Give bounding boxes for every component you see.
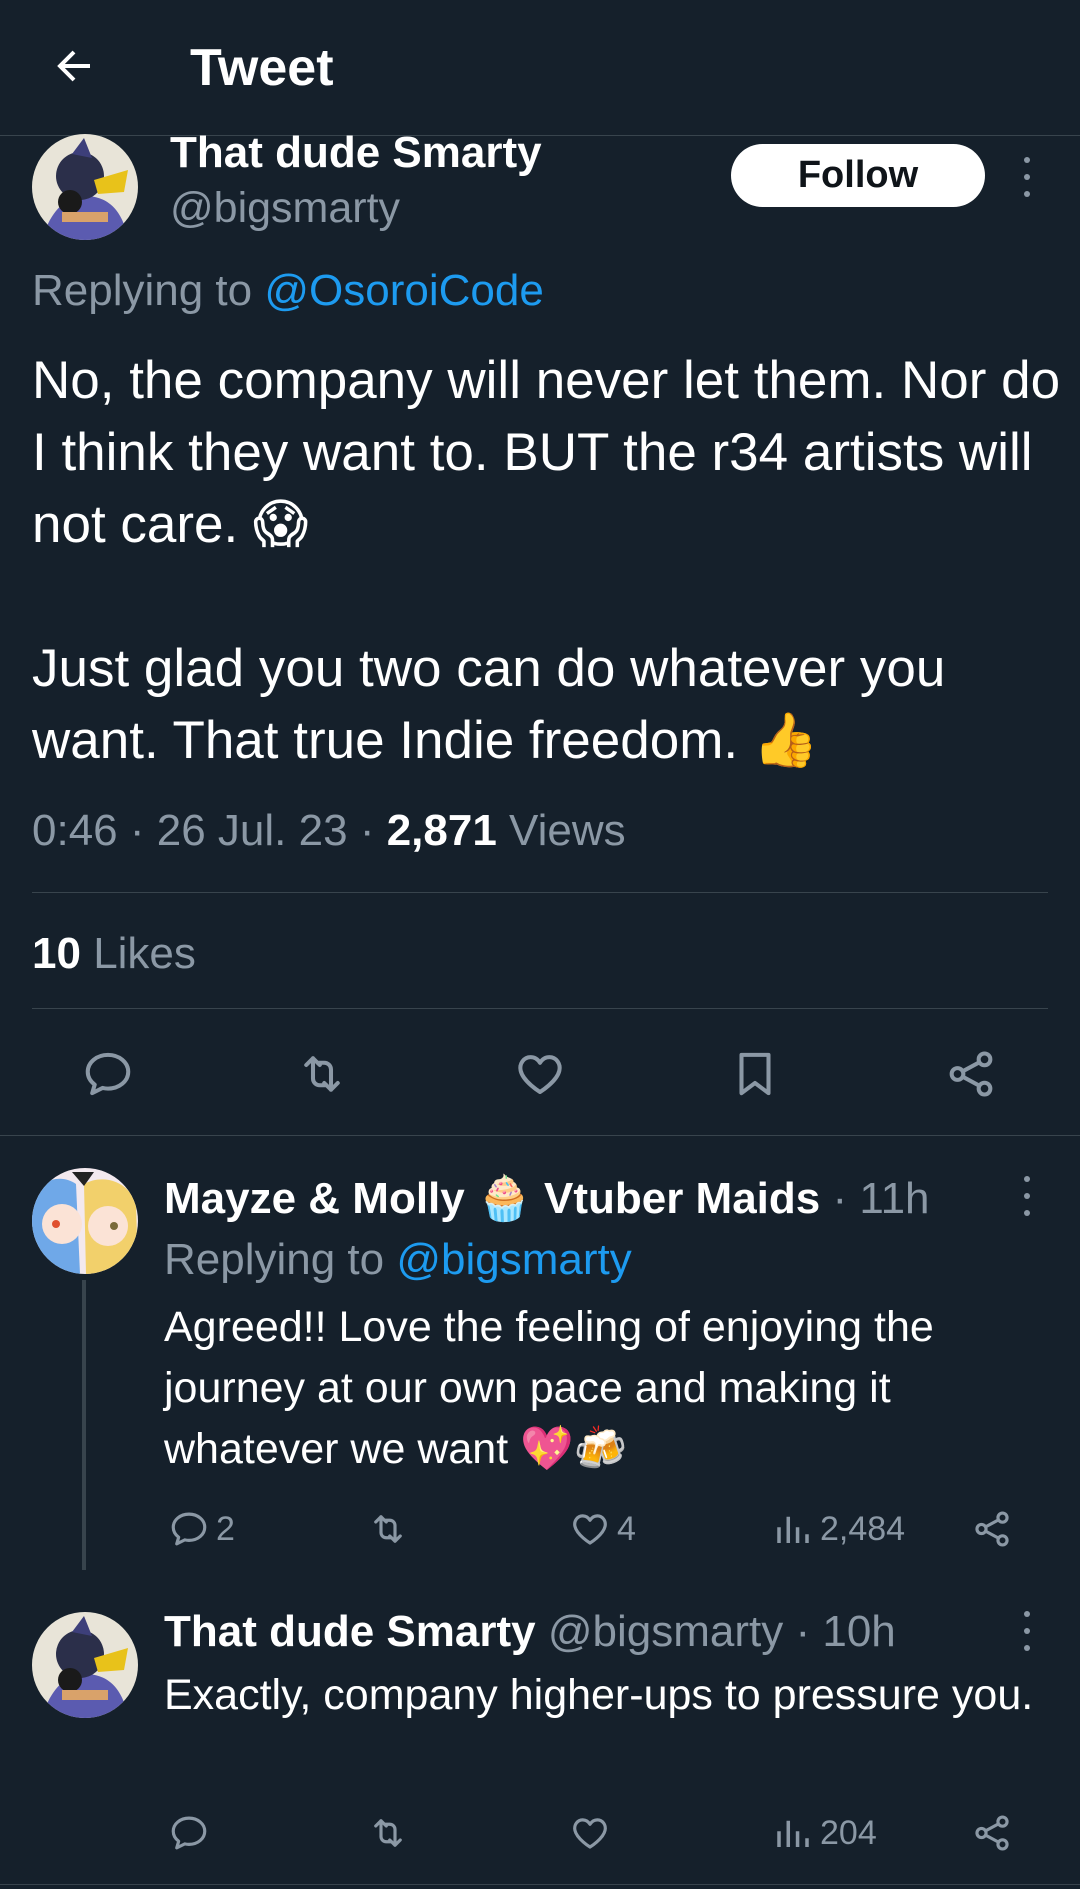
more-icon[interactable] (1012, 1611, 1042, 1651)
like-action[interactable]: 4 (569, 1508, 636, 1550)
divider (32, 892, 1048, 893)
replying-to: Replying to @bigsmarty (164, 1235, 632, 1285)
view-count: 204 (820, 1813, 877, 1852)
share-icon[interactable] (971, 1508, 1013, 1550)
tweet-meta: 0:46 · 26 Jul. 23 · 2,871 Views (32, 806, 626, 855)
like-count: 4 (617, 1509, 636, 1548)
views-icon (777, 1820, 809, 1847)
reply-author-name[interactable]: Mayze & Molly 🧁 Vtuber Maids (164, 1174, 820, 1223)
more-icon[interactable] (1012, 157, 1042, 197)
author-name[interactable]: That dude Smarty (170, 128, 542, 178)
retweet-icon[interactable] (366, 1812, 410, 1854)
more-icon[interactable] (1012, 1176, 1042, 1216)
likes-count: 10 (32, 929, 81, 978)
reply-count: 2 (216, 1509, 235, 1548)
avatar[interactable] (32, 134, 138, 240)
replying-prefix: Replying to (164, 1235, 385, 1284)
mention-link[interactable]: @OsoroiCode (264, 266, 543, 315)
top-bar: Tweet (0, 0, 1080, 136)
reply-author-name[interactable]: That dude Smarty (164, 1607, 536, 1656)
thread-line (82, 1280, 86, 1570)
reply-icon[interactable] (81, 1047, 135, 1101)
views-label: Views (509, 806, 626, 855)
reply-time[interactable]: · 11h (832, 1174, 929, 1223)
reply-time[interactable]: · 10h (795, 1607, 895, 1656)
tweet-date[interactable]: 26 Jul. 23 (157, 806, 348, 855)
author-handle[interactable]: @bigsmarty (170, 184, 400, 233)
page-title: Tweet (190, 39, 334, 97)
like-icon (573, 1514, 607, 1545)
like-icon[interactable] (569, 1812, 611, 1854)
likes-label: Likes (93, 929, 196, 978)
avatar[interactable] (32, 1612, 138, 1718)
reply-icon[interactable] (168, 1812, 210, 1854)
divider (0, 1884, 1080, 1885)
mention-link[interactable]: @bigsmarty (396, 1235, 631, 1284)
bookmark-icon[interactable] (728, 1047, 782, 1101)
views-count: 2,871 (386, 806, 497, 855)
tweet-time[interactable]: 0:46 (32, 806, 118, 855)
views-action[interactable]: 204 (772, 1812, 877, 1854)
view-count: 2,484 (820, 1509, 906, 1548)
tweet-text: No, the company will never let them. Nor… (32, 351, 1061, 770)
back-arrow-icon[interactable] (44, 36, 104, 96)
share-icon[interactable] (971, 1812, 1013, 1854)
share-icon[interactable] (944, 1047, 998, 1101)
views-icon (777, 1516, 809, 1543)
reply-author-handle[interactable]: @bigsmarty (548, 1607, 783, 1656)
follow-button[interactable]: Follow (731, 144, 985, 207)
retweet-icon[interactable] (366, 1508, 410, 1550)
reply-header: That dude Smarty @bigsmarty · 10h (164, 1607, 896, 1657)
retweet-icon[interactable] (294, 1047, 350, 1101)
replying-to: Replying to @OsoroiCode (32, 266, 544, 316)
reply-icon (171, 1512, 207, 1546)
reply-text: Exactly, company higher-ups to pressure … (164, 1671, 1034, 1719)
replying-prefix: Replying to (32, 266, 253, 315)
divider (32, 1008, 1048, 1009)
reply-text: Agreed!! Love the feeling of enjoying th… (164, 1303, 934, 1473)
reply-header: Mayze & Molly 🧁 Vtuber Maids · 11h (164, 1172, 930, 1224)
like-icon[interactable] (513, 1047, 567, 1101)
likes-summary[interactable]: 10 Likes (32, 929, 196, 979)
avatar[interactable] (32, 1168, 138, 1274)
views-action[interactable]: 2,484 (772, 1508, 905, 1550)
divider (0, 1135, 1080, 1136)
reply-action[interactable]: 2 (168, 1508, 235, 1550)
